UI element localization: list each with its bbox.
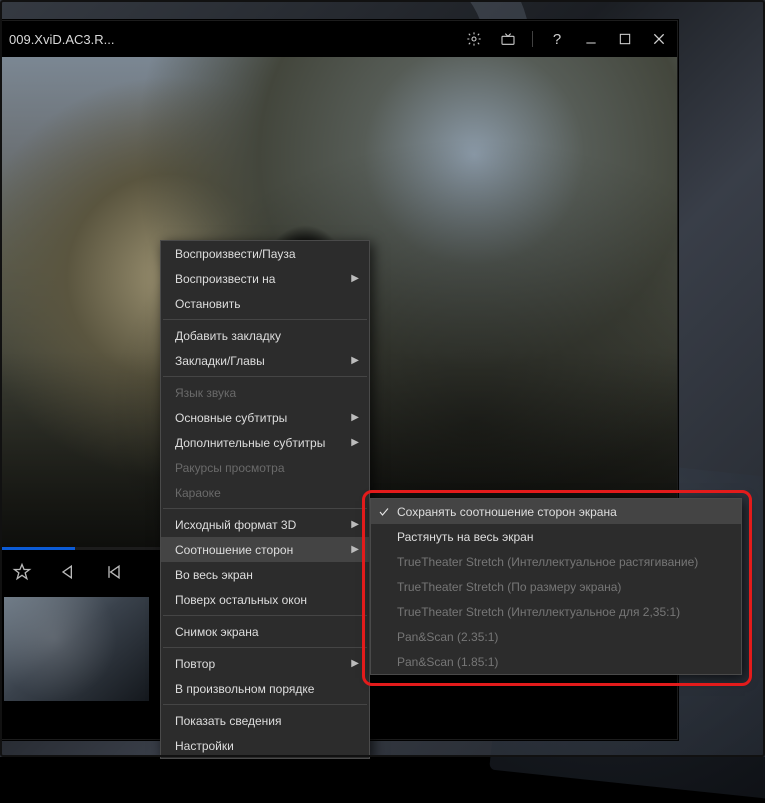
menu-item-label: Во весь экран: [175, 568, 253, 582]
bookmark-button[interactable]: [5, 555, 39, 589]
menu-separator: [163, 647, 367, 648]
menu-item-label: Добавить закладку: [175, 329, 281, 343]
chevron-right-icon: ▶: [351, 355, 359, 366]
menu-item-label: Исходный формат 3D: [175, 518, 296, 532]
chevron-right-icon: ▶: [351, 658, 359, 669]
menu-item-label: Показать сведения: [175, 714, 282, 728]
menu-item[interactable]: Добавить закладку: [161, 323, 369, 348]
menu-item: Караоке: [161, 480, 369, 505]
minimize-button[interactable]: [581, 29, 601, 49]
menu-separator: [163, 704, 367, 705]
thumbnail[interactable]: [4, 597, 149, 701]
menu-item[interactable]: Дополнительные субтитры ▶: [161, 430, 369, 455]
gear-icon[interactable]: [464, 29, 484, 49]
submenu-item-label: Pan&Scan (1.85:1): [397, 655, 498, 669]
menu-item[interactable]: Соотношение сторон ▶: [161, 537, 369, 562]
chevron-right-icon: ▶: [351, 519, 359, 530]
menu-item-label: Воспроизвести на: [175, 272, 275, 286]
submenu-item-label: Сохранять соотношение сторон экрана: [397, 505, 617, 519]
chevron-right-icon: ▶: [351, 437, 359, 448]
menu-item[interactable]: Поверх остальных окон: [161, 587, 369, 612]
titlebar-controls: ?: [464, 29, 669, 49]
menu-item-label: Снимок экрана: [175, 625, 259, 639]
menu-item-label: Поверх остальных окон: [175, 593, 307, 607]
maximize-button[interactable]: [615, 29, 635, 49]
menu-item[interactable]: Остановить: [161, 291, 369, 316]
titlebar: 009.XviD.AC3.R... ?: [1, 21, 677, 57]
menu-item-label: Ракурсы просмотра: [175, 461, 285, 475]
menu-item-label: Караоке: [175, 486, 221, 500]
submenu-item: TrueTheater Stretch (Интеллектуальное дл…: [371, 599, 741, 624]
tv-icon[interactable]: [498, 29, 518, 49]
chevron-right-icon: ▶: [351, 412, 359, 423]
menu-item-label: Закладки/Главы: [175, 354, 265, 368]
submenu-item: Pan&Scan (2.35:1): [371, 624, 741, 649]
menu-item-label: Основные субтитры: [175, 411, 287, 425]
menu-item-label: В произвольном порядке: [175, 682, 314, 696]
aspect-ratio-submenu: Сохранять соотношение сторон экрана Растя…: [370, 498, 742, 675]
submenu-item: Pan&Scan (1.85:1): [371, 649, 741, 674]
menu-item[interactable]: Закладки/Главы ▶: [161, 348, 369, 373]
help-icon[interactable]: ?: [547, 29, 567, 49]
menu-separator: [163, 615, 367, 616]
submenu-item: TrueTheater Stretch (Интеллектуальное ра…: [371, 549, 741, 574]
previous-button[interactable]: [97, 555, 131, 589]
menu-item: Ракурсы просмотра: [161, 455, 369, 480]
chevron-right-icon: ▶: [351, 273, 359, 284]
menu-item[interactable]: Показать сведения: [161, 708, 369, 733]
menu-item-label: Воспроизвести/Пауза: [175, 247, 296, 261]
submenu-item-label: Растянуть на весь экран: [397, 530, 533, 544]
menu-item-label: Язык звука: [175, 386, 236, 400]
menu-item[interactable]: Воспроизвести на ▶: [161, 266, 369, 291]
titlebar-divider: [532, 31, 533, 47]
step-back-button[interactable]: [51, 555, 85, 589]
menu-item[interactable]: Во весь экран: [161, 562, 369, 587]
menu-item: Язык звука: [161, 380, 369, 405]
menu-item[interactable]: Повтор ▶: [161, 651, 369, 676]
submenu-item: TrueTheater Stretch (По размеру экрана): [371, 574, 741, 599]
menu-item[interactable]: Снимок экрана: [161, 619, 369, 644]
menu-separator: [163, 508, 367, 509]
submenu-item-label: TrueTheater Stretch (По размеру экрана): [397, 580, 621, 594]
window-title: 009.XviD.AC3.R...: [9, 32, 464, 47]
menu-separator: [163, 319, 367, 320]
submenu-item-label: TrueTheater Stretch (Интеллектуальное ра…: [397, 555, 698, 569]
submenu-item[interactable]: Сохранять соотношение сторон экрана: [371, 499, 741, 524]
chevron-right-icon: ▶: [351, 544, 359, 555]
menu-item-label: Повтор: [175, 657, 215, 671]
menu-item[interactable]: Исходный формат 3D ▶: [161, 512, 369, 537]
submenu-item-label: TrueTheater Stretch (Интеллектуальное дл…: [397, 605, 680, 619]
submenu-item[interactable]: Растянуть на весь экран: [371, 524, 741, 549]
context-menu: Воспроизвести/Пауза Воспроизвести на ▶ Оста…: [160, 240, 370, 759]
menu-separator: [163, 376, 367, 377]
submenu-item-label: Pan&Scan (2.35:1): [397, 630, 498, 644]
progress-fill: [1, 547, 75, 550]
menu-item-label: Настройки: [175, 739, 234, 753]
menu-item[interactable]: Основные субтитры ▶: [161, 405, 369, 430]
menu-item[interactable]: В произвольном порядке: [161, 676, 369, 701]
close-button[interactable]: [649, 29, 669, 49]
menu-item[interactable]: Настройки: [161, 733, 369, 758]
menu-item-label: Остановить: [175, 297, 241, 311]
check-icon: [378, 506, 390, 518]
menu-item-label: Соотношение сторон: [175, 543, 293, 557]
menu-item[interactable]: Воспроизвести/Пауза: [161, 241, 369, 266]
menu-item-label: Дополнительные субтитры: [175, 436, 325, 450]
